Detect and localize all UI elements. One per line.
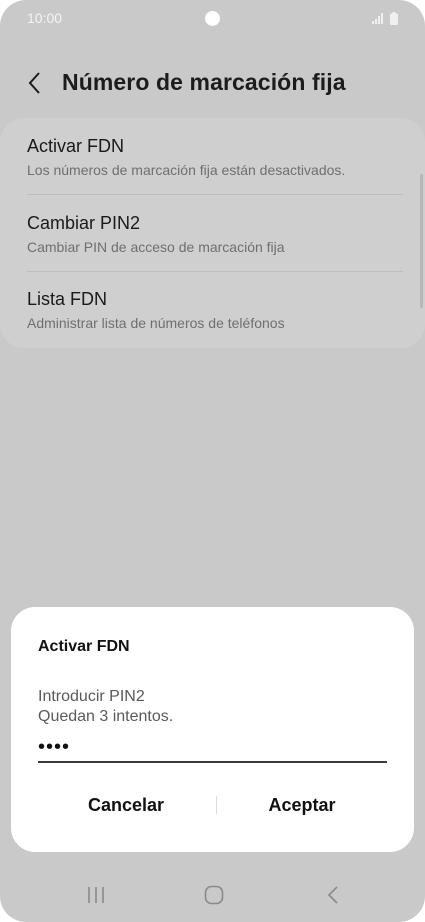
dialog-prompt: Introducir PIN2 Quedan 3 intentos. — [38, 687, 173, 727]
pin-input[interactable] — [38, 733, 387, 763]
back-arrow-icon[interactable] — [24, 70, 46, 96]
accept-button[interactable]: Aceptar — [227, 790, 377, 820]
dialog-attempts-line: Quedan 3 intentos. — [38, 708, 174, 725]
divider — [27, 271, 403, 272]
recent-apps-icon[interactable] — [86, 885, 106, 905]
list-item-subtitle: Los números de marcación fija están desa… — [27, 162, 346, 178]
cancel-button[interactable]: Cancelar — [51, 790, 201, 820]
list-item-activar-fdn[interactable]: Activar FDN Los números de marcación fij… — [27, 136, 402, 178]
list-item-title: Lista FDN — [27, 289, 108, 309]
phone-screen: 10:00 Número de marcación fija Activar F… — [0, 0, 425, 922]
navigation-bar — [0, 872, 425, 922]
dialog-title: Activar FDN — [38, 638, 130, 655]
status-time: 10:00 — [27, 10, 63, 26]
back-icon[interactable] — [325, 885, 341, 905]
page-title: Número de marcación fija — [62, 69, 346, 95]
divider — [27, 194, 403, 195]
scrollbar[interactable] — [420, 174, 423, 308]
list-item-subtitle: Administrar lista de números de teléfono… — [27, 315, 285, 331]
settings-list: Activar FDN Los números de marcación fij… — [0, 118, 425, 348]
button-separator — [216, 796, 217, 814]
battery-icon — [390, 12, 398, 25]
home-icon[interactable] — [204, 885, 224, 905]
front-camera — [205, 11, 220, 26]
list-item-lista-fdn[interactable]: Lista FDN Administrar lista de números d… — [27, 289, 402, 331]
list-item-title: Cambiar PIN2 — [27, 213, 141, 233]
dialog-prompt-line: Introducir PIN2 — [38, 688, 145, 705]
pin-dialog: Activar FDN Introducir PIN2 Quedan 3 int… — [11, 607, 414, 852]
app-header: Número de marcación fija — [0, 60, 425, 108]
list-item-cambiar-pin2[interactable]: Cambiar PIN2 Cambiar PIN de acceso de ma… — [27, 213, 402, 255]
list-item-title: Activar FDN — [27, 136, 125, 156]
status-bar: 10:00 — [0, 0, 425, 38]
signal-icon — [372, 13, 383, 24]
list-item-subtitle: Cambiar PIN de acceso de marcación fija — [27, 239, 285, 255]
